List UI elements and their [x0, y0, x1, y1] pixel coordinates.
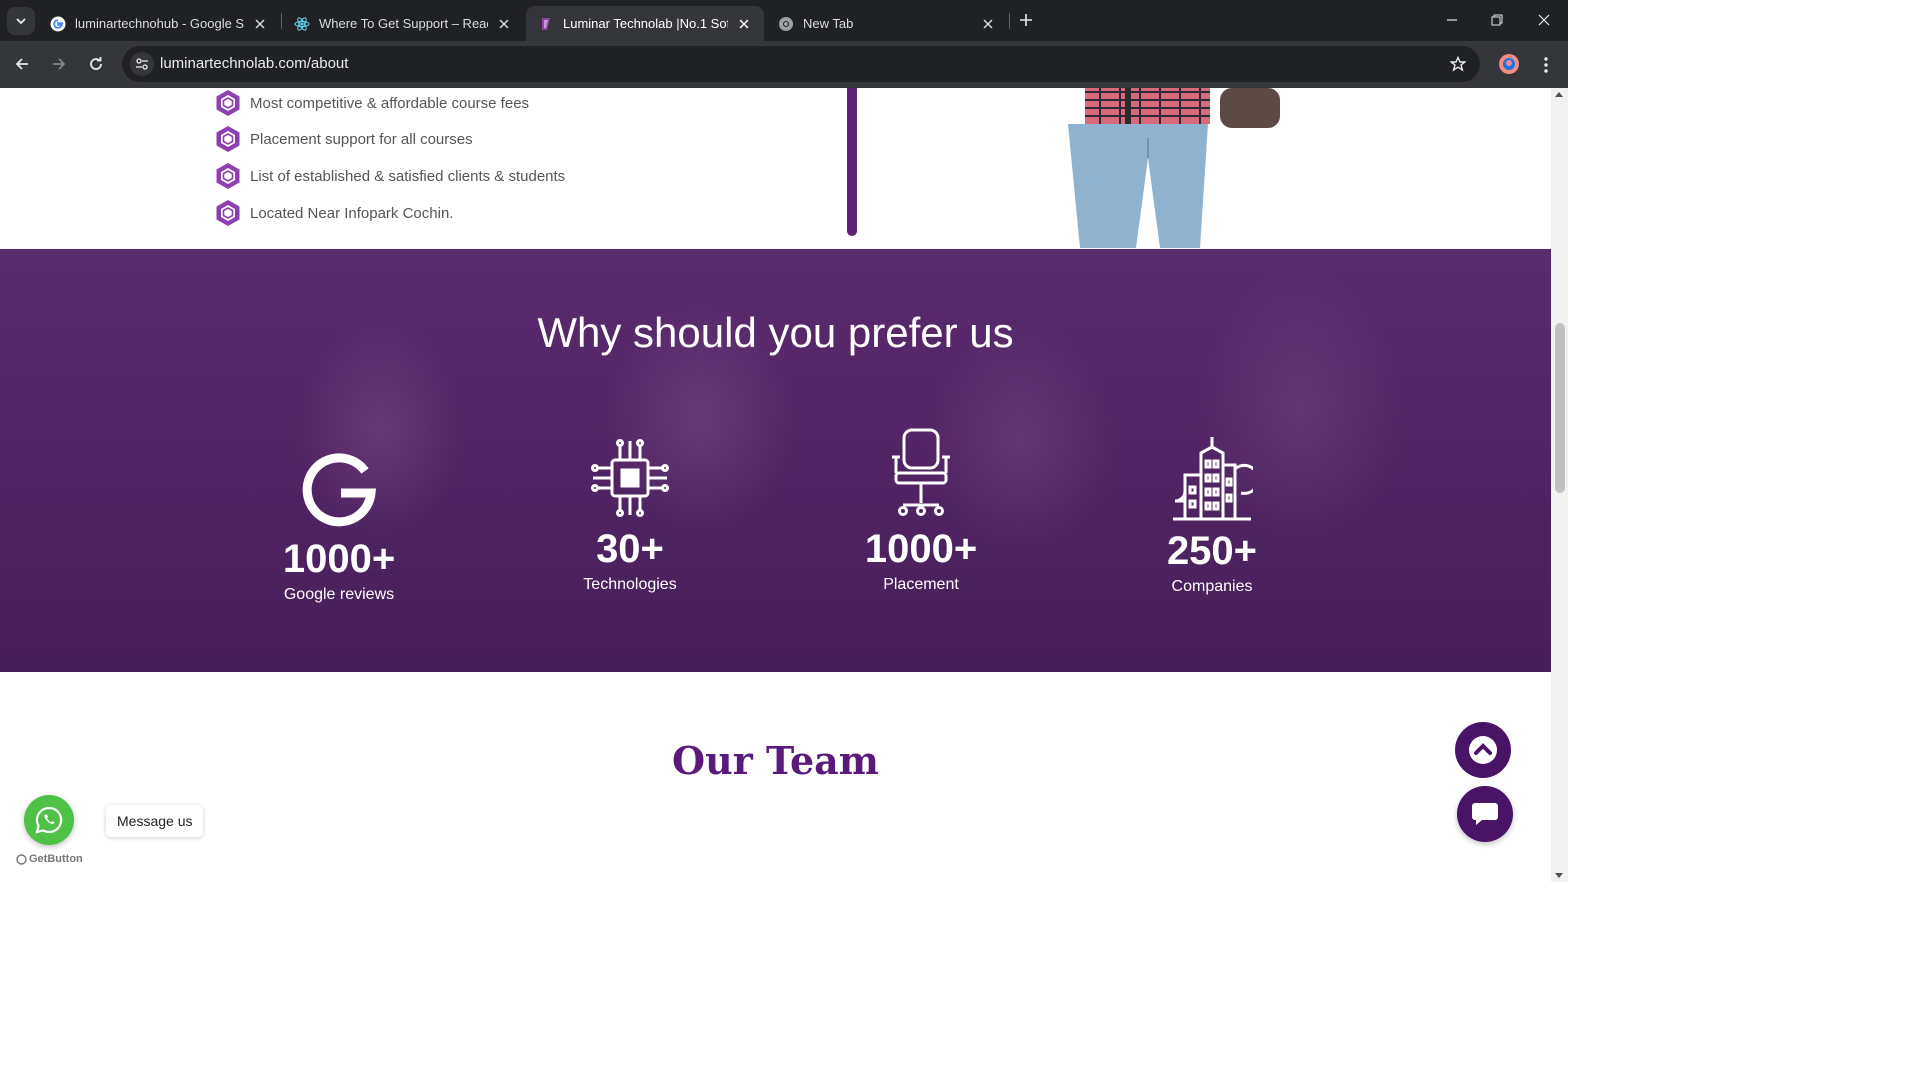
feature-text: Placement support for all courses [250, 130, 473, 148]
hexagon-icon [216, 163, 240, 189]
scroll-up-arrow[interactable] [1555, 92, 1563, 97]
page-scrollbar[interactable] [1551, 88, 1568, 882]
chat-bubble-icon [1472, 803, 1498, 825]
stat-label: Placement [883, 576, 959, 593]
stat-value: 1000+ [864, 527, 978, 571]
browser-menu-button[interactable] [1536, 55, 1556, 75]
stat-companies: 250+ Companies [1092, 431, 1332, 596]
why-prefer-us-section: Why should you prefer us 1000+ Google re… [0, 249, 1551, 672]
whatsapp-icon [35, 806, 63, 834]
hexagon-icon [216, 200, 240, 226]
restore-button[interactable] [1487, 10, 1507, 30]
close-window-button[interactable] [1534, 10, 1554, 30]
tab-title: Where To Get Support – React [319, 16, 488, 31]
hexagon-icon [216, 126, 240, 152]
section-title: Why should you prefer us [537, 309, 1014, 356]
tab-title: Luminar Technolab |No.1 Software Trainin… [563, 16, 728, 31]
student-photo [1068, 88, 1280, 248]
new-tab-button[interactable] [1016, 10, 1036, 30]
tab-title: New Tab [803, 16, 854, 31]
restore-icon [1491, 14, 1503, 26]
getbutton-icon [16, 853, 27, 865]
close-icon[interactable] [736, 16, 752, 32]
feature-text: List of established & satisfied clients … [250, 167, 566, 185]
scroll-down-arrow[interactable] [1555, 873, 1563, 878]
minimize-button[interactable] [1442, 10, 1462, 30]
tab-title: luminartechnohub - Google Search [75, 16, 244, 31]
tab-luminar-technolab[interactable]: Luminar Technolab |No.1 Software Trainin… [526, 6, 764, 41]
list-item: Placement support for all courses [214, 124, 473, 154]
feature-text: Most competitive & affordable course fee… [250, 94, 530, 112]
reload-icon [90, 57, 102, 70]
browser-toolbar: luminartechnolab.com/about [0, 41, 1568, 88]
scroll-thumb[interactable] [1555, 323, 1565, 493]
list-item: Most competitive & affordable course fee… [214, 88, 529, 118]
tune-icon [136, 58, 148, 70]
browser-tab-strip: luminartechnohub - Google Search Where T… [0, 0, 1568, 41]
stat-google-reviews: 1000+ Google reviews [219, 439, 459, 604]
reload-button[interactable] [85, 53, 107, 75]
message-us-label[interactable]: Message us [106, 805, 204, 837]
stat-value: 250+ [1166, 529, 1258, 573]
google-g-icon [219, 439, 459, 529]
google-icon [50, 16, 66, 32]
stat-placement: 1000+ Placement [801, 428, 1041, 594]
buildings-icon [1092, 431, 1332, 521]
close-icon [1538, 14, 1550, 26]
plus-icon [1020, 14, 1032, 26]
luminar-icon [538, 16, 554, 32]
stat-value: 1000+ [282, 537, 396, 581]
forward-button[interactable] [48, 53, 70, 75]
tab-google-search[interactable]: luminartechnohub - Google Search [38, 6, 280, 41]
hexagon-icon [216, 90, 240, 116]
stat-technologies: 30+ Technologies [510, 429, 750, 594]
back-button[interactable] [11, 53, 33, 75]
url-text: luminartechnolab.com/about [160, 55, 349, 72]
stat-label: Google reviews [283, 586, 395, 603]
scroll-to-top-button[interactable] [1455, 722, 1511, 778]
stat-value: 30+ [596, 527, 664, 571]
stat-label: Companies [1171, 578, 1253, 595]
our-team-heading: Our Team [672, 738, 879, 783]
profile-avatar[interactable] [1499, 54, 1519, 74]
tab-new-tab[interactable]: New Tab [766, 6, 1008, 41]
list-item: List of established & satisfied clients … [214, 161, 565, 191]
minimize-icon [1447, 19, 1457, 21]
stat-label: Technologies [583, 576, 677, 593]
chevron-down-icon [16, 18, 26, 25]
tab-separator [1009, 13, 1010, 29]
list-item: Located Near Infopark Cochin. [214, 198, 453, 228]
avatar-icon [1503, 58, 1515, 70]
bookmark-button[interactable] [1448, 54, 1468, 74]
tab-search-button[interactable] [7, 7, 35, 35]
getbutton-credit[interactable]: GetButton [16, 853, 83, 865]
feature-text: Located Near Infopark Cochin. [250, 204, 454, 222]
page-viewport: Most competitive & affordable course fee… [0, 88, 1551, 882]
address-bar[interactable]: luminartechnolab.com/about [122, 46, 1480, 82]
arrow-left-icon [15, 58, 28, 70]
close-icon[interactable] [252, 16, 268, 32]
tab-react-support[interactable]: Where To Get Support – React [282, 6, 524, 41]
close-icon[interactable] [496, 16, 512, 32]
chat-button[interactable] [1457, 786, 1513, 842]
arrow-right-icon [53, 58, 66, 70]
site-info-button[interactable] [130, 52, 154, 76]
chevron-up-icon [1469, 736, 1497, 764]
chrome-icon [778, 16, 794, 32]
purple-divider [847, 88, 857, 236]
star-icon [1450, 56, 1466, 72]
react-icon [294, 16, 310, 32]
whatsapp-button[interactable] [24, 795, 74, 845]
close-icon[interactable] [980, 16, 996, 32]
kebab-menu-icon [1544, 57, 1548, 73]
getbutton-text: GetButton [29, 853, 83, 865]
office-chair-icon [801, 428, 1041, 519]
circuit-chip-icon [510, 429, 750, 519]
